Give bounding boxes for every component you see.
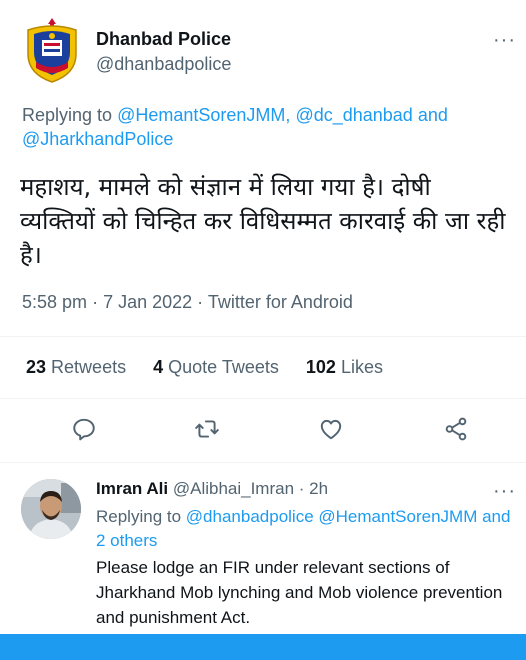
reply-time[interactable]: 2h [309, 479, 328, 498]
quotes-label: Quote Tweets [168, 357, 279, 377]
retweets-label: Retweets [51, 357, 127, 377]
reply-more-options-icon[interactable]: ··· [493, 481, 516, 501]
divider [0, 336, 526, 337]
tweet-actions [0, 416, 526, 446]
replying-to: Replying to @HemantSorenJMM, @dc_dhanbad… [22, 103, 512, 151]
likes-count: 102 [305, 357, 336, 377]
author-handle[interactable]: @dhanbadpolice [96, 54, 231, 75]
mention-and: and [417, 105, 448, 125]
reply-header: Imran Ali @Alibhai_Imran · 2h [96, 479, 328, 499]
share-icon[interactable] [443, 416, 471, 444]
avatar[interactable] [21, 479, 81, 539]
author-name[interactable]: Dhanbad Police [96, 29, 231, 50]
reply-author-handle[interactable]: @Alibhai_Imran [173, 479, 294, 498]
mention-dc-dhanbad[interactable]: @dc_dhanbad [295, 105, 412, 125]
mention-dhanbadpolice[interactable]: @dhanbadpolice [186, 507, 314, 526]
mention-jharkhandpolice[interactable]: @JharkhandPolice [22, 129, 173, 149]
tweet-date[interactable]: 7 Jan 2022 [103, 292, 192, 312]
meta-separator: · [197, 292, 208, 312]
more-options-icon[interactable]: ··· [493, 30, 516, 50]
tweet-time[interactable]: 5:58 pm [22, 292, 87, 312]
like-icon[interactable] [318, 416, 346, 444]
reply-author-name[interactable]: Imran Ali [96, 479, 168, 498]
bottom-bar [0, 634, 526, 660]
reply-separator: · [298, 479, 310, 498]
likes-stat[interactable]: 102 Likes [306, 357, 383, 377]
reply-replying-label: Replying to [96, 507, 182, 526]
retweet-icon[interactable] [194, 416, 222, 444]
tweet-text: महाशय, मामले को संज्ञान में लिया गया है।… [20, 173, 506, 269]
tweet-stats: 23 Retweets 4 Quote Tweets 102 Likes [26, 357, 405, 378]
reply-text: Please lodge an FIR under relevant secti… [96, 558, 503, 627]
reply-tweet[interactable]: Imran Ali @Alibhai_Imran · 2h ··· Replyi… [0, 463, 526, 633]
reply-replying-to: Replying to @dhanbadpolice @HemantSorenJ… [96, 505, 516, 553]
retweets-stat[interactable]: 23 Retweets [26, 357, 126, 377]
likes-label: Likes [340, 357, 383, 377]
mention-hemantsorenjmm[interactable]: @HemantSorenJMM [117, 105, 285, 125]
quote-tweets-stat[interactable]: 4 Quote Tweets [153, 357, 279, 377]
tweet-header: Dhanbad Police @dhanbadpolice ··· [0, 0, 526, 100]
tweet-source[interactable]: Twitter for Android [208, 292, 353, 312]
dhanbad-police-logo[interactable] [20, 16, 84, 84]
tweet-meta: 5:58 pm · 7 Jan 2022 · Twitter for Andro… [22, 292, 353, 313]
replying-to-label: Replying to [22, 105, 113, 125]
mention-hemantsorenjmm[interactable]: @HemantSorenJMM [318, 507, 477, 526]
divider [0, 398, 526, 399]
quotes-count: 4 [153, 357, 164, 377]
reply-icon[interactable] [71, 416, 99, 444]
mention-separator: , [285, 105, 291, 125]
meta-separator: · [92, 292, 104, 312]
retweets-count: 23 [26, 357, 47, 377]
